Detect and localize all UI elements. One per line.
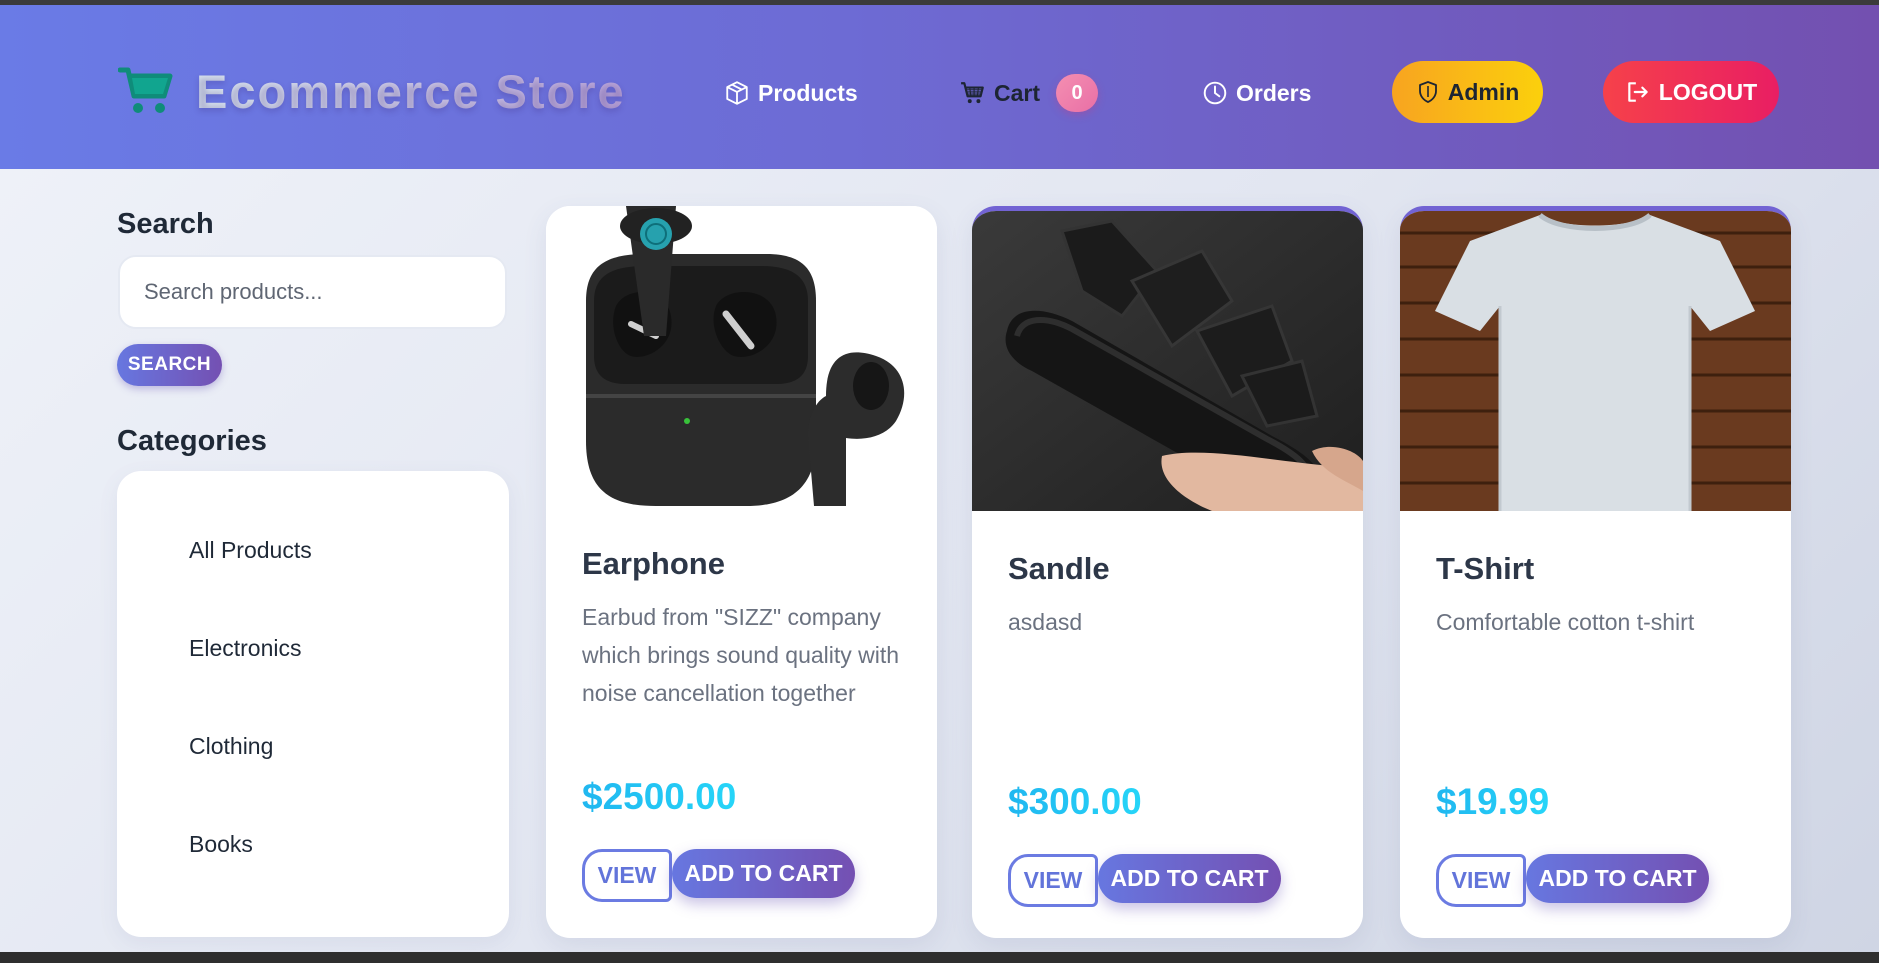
main-content: Search SEARCH Categories All Products El… xyxy=(0,169,1879,952)
product-name: Sandle xyxy=(1008,551,1110,586)
clock-icon xyxy=(1203,81,1227,105)
add-to-cart-button[interactable]: ADD TO CART xyxy=(1526,854,1709,903)
categories-list: All Products Electronics Clothing Books xyxy=(117,471,509,937)
admin-button[interactable]: Admin xyxy=(1392,61,1543,123)
cart-count-badge: 0 xyxy=(1056,74,1099,112)
logout-icon xyxy=(1628,82,1648,102)
nav-orders-label: Orders xyxy=(1236,79,1312,106)
product-card: T-Shirt Comfortable cotton t-shirt $19.9… xyxy=(1400,206,1791,938)
product-description: Earbud from "SIZZ" company which brings … xyxy=(582,604,900,706)
sandal-image xyxy=(972,211,1363,511)
product-price: $2500.00 xyxy=(582,776,737,817)
nav-orders-link[interactable]: Orders xyxy=(1202,73,1311,113)
product-name: T-Shirt xyxy=(1436,551,1535,586)
earphone-image xyxy=(546,206,937,506)
navbar: Ecommerce Store Products Cart 0 Orders A… xyxy=(0,5,1879,169)
product-price: $19.99 xyxy=(1436,781,1550,822)
shield-icon xyxy=(1418,81,1437,103)
admin-label: Admin xyxy=(1447,78,1520,105)
search-input[interactable] xyxy=(118,255,507,329)
logout-label: LOGOUT xyxy=(1658,78,1758,105)
category-books[interactable]: Books xyxy=(189,831,253,858)
add-to-cart-button[interactable]: ADD TO CART xyxy=(672,849,855,898)
product-card: Sandle asdasd $300.00 VIEW ADD TO CART xyxy=(972,206,1363,938)
nav-cart-link[interactable]: Cart 0 xyxy=(960,73,1099,113)
category-all-products[interactable]: All Products xyxy=(189,537,312,564)
nav-products-label: Products xyxy=(758,79,858,106)
view-button[interactable]: VIEW xyxy=(1008,854,1098,907)
box-icon xyxy=(726,81,748,105)
search-button[interactable]: SEARCH xyxy=(117,344,222,386)
product-price: $300.00 xyxy=(1008,781,1142,822)
shopping-cart-icon xyxy=(118,67,173,113)
nav-cart-label: Cart xyxy=(994,79,1041,106)
tshirt-image xyxy=(1400,211,1791,511)
category-electronics[interactable]: Electronics xyxy=(189,635,301,662)
categories-heading: Categories xyxy=(117,425,267,457)
brand-title: Ecommerce Store xyxy=(196,64,626,118)
view-button[interactable]: VIEW xyxy=(582,849,672,902)
product-name: Earphone xyxy=(582,546,725,581)
product-description: Comfortable cotton t-shirt xyxy=(1436,609,1695,635)
add-to-cart-button[interactable]: ADD TO CART xyxy=(1098,854,1281,903)
search-heading: Search xyxy=(117,208,214,240)
brand[interactable]: Ecommerce Store xyxy=(118,61,626,121)
category-clothing[interactable]: Clothing xyxy=(189,733,273,760)
cart-icon xyxy=(961,82,984,104)
window-bottom-edge xyxy=(0,952,1879,963)
product-card: Earphone Earbud from "SIZZ" company whic… xyxy=(546,206,937,938)
logout-button[interactable]: LOGOUT xyxy=(1603,61,1779,123)
nav-products-link[interactable]: Products xyxy=(724,73,858,113)
product-description: asdasd xyxy=(1008,609,1083,635)
view-button[interactable]: VIEW xyxy=(1436,854,1526,907)
